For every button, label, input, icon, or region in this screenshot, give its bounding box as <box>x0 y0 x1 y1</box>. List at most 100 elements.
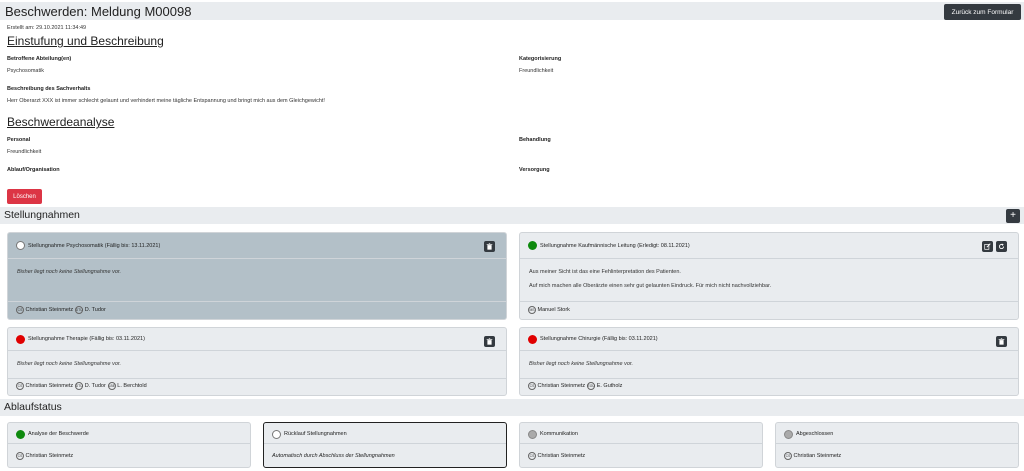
step-header: Rücklauf Stellungnahmen <box>264 423 506 445</box>
assignee-name: E. Gutholz <box>596 383 623 389</box>
stellungnahme-card-psychosomatik[interactable]: Stellungnahme Psychosomatik (Fällig bis:… <box>7 232 507 320</box>
created-timestamp: Erstellt am: 29.10.2021 11:34:49 <box>7 25 87 31</box>
beschreibung-value: Herr Oberarzt XXX ist immer schlecht gel… <box>7 98 325 104</box>
plus-icon: + <box>1010 210 1016 221</box>
card-title: Stellungnahme Psychosomatik (Fällig bis:… <box>28 242 161 249</box>
stellungnahmen-title: Stellungnahmen <box>4 209 80 221</box>
assignee-name: Christian Steinmetz <box>25 383 74 389</box>
ablaufstatus-title: Ablaufstatus <box>4 401 62 413</box>
personal-label: Personal <box>7 137 31 143</box>
delete-stellungnahme-button[interactable] <box>996 336 1007 347</box>
card-footer: CS Christian Steinmetz DTU D. Tudor LBE L. … <box>8 377 506 395</box>
ablauf-step-analyse: Analyse der Beschwerde CS Christian Stein… <box>7 422 251 468</box>
step-title: Analyse der Beschwerde <box>28 431 89 437</box>
assignee: CS Christian Steinmetz <box>528 382 585 390</box>
status-done-icon <box>16 429 25 439</box>
assignee: EGU E. Gutholz <box>587 382 622 390</box>
card-body-text: Auf mich machen alle Oberärzte einen seh… <box>529 283 772 289</box>
step-title: Rücklauf Stellungnahmen <box>284 431 347 437</box>
status-open-icon <box>272 429 281 439</box>
ablauf-step-abgeschlossen: Abgeschlossen CS Christian Steinmetz <box>775 422 1019 468</box>
assignee-name: Christian Steinmetz <box>25 306 74 313</box>
card-body: Bisher liegt noch keine Stellungnahme vo… <box>8 350 506 379</box>
avatar: CS <box>16 305 24 314</box>
trash-icon <box>486 338 493 345</box>
ablaufstatus-bar: Ablaufstatus <box>0 399 1024 416</box>
card-header: Stellungnahme Kaufmännische Leitung (Erl… <box>520 233 1018 258</box>
trash-icon <box>486 243 493 250</box>
page-header: Beschwerden: Meldung M00098 Zurück zum F… <box>0 2 1024 20</box>
assignee: DTU D. Tudor <box>75 382 106 390</box>
card-body: Aus meiner Sicht ist das eine Fehlinterp… <box>520 258 1018 302</box>
stellungnahme-card-chirurgie[interactable]: Stellungnahme Chirurgie (Fällig bis: 03.… <box>519 327 1019 396</box>
status-overdue-icon <box>16 334 25 344</box>
avatar: MS <box>528 305 536 314</box>
step-title: Kommunikation <box>540 431 578 437</box>
assignee-name: Christian Steinmetz <box>537 383 586 389</box>
assignee: CS Christian Steinmetz <box>16 451 73 460</box>
back-to-form-button[interactable]: Zurück zum Formular <box>944 4 1021 20</box>
card-body: Bisher liegt noch keine Stellungnahme vo… <box>520 350 1018 379</box>
step-header: Kommunikation <box>520 423 762 445</box>
card-body-text: Bisher liegt noch keine Stellungnahme vo… <box>17 361 122 367</box>
card-body-text: Bisher liegt noch keine Stellungnahme vo… <box>17 269 122 275</box>
step-note: Automatisch durch Abschluss der Stellung… <box>272 452 395 459</box>
trash-icon <box>998 338 1005 345</box>
card-header: Stellungnahme Psychosomatik (Fällig bis:… <box>8 233 506 258</box>
delete-stellungnahme-button[interactable] <box>484 336 495 347</box>
step-header: Analyse der Beschwerde <box>8 423 250 445</box>
reload-icon <box>998 243 1005 250</box>
step-footer: CS Christian Steinmetz <box>520 443 762 467</box>
avatar: DTU <box>75 382 84 390</box>
delete-stellungnahme-button[interactable] <box>484 241 495 252</box>
kategorisierung-label: Kategorisierung <box>519 56 562 62</box>
stellungnahmen-bar: Stellungnahmen + <box>0 207 1024 224</box>
versorgung-label: Versorgung <box>519 167 550 173</box>
avatar: CS <box>784 451 792 460</box>
assignee: MS Manuel Stork <box>528 305 570 314</box>
assignee-name: Christian Steinmetz <box>537 452 586 459</box>
avatar: CS <box>16 382 24 390</box>
edit-icon <box>984 243 991 250</box>
ablauf-step-kommunikation: Kommunikation CS Christian Steinmetz <box>519 422 763 468</box>
assignee: CS Christian Steinmetz <box>16 305 74 314</box>
stellungnahme-card-therapie[interactable]: Stellungnahme Therapie (Fällig bis: 03.1… <box>7 327 507 396</box>
edit-stellungnahme-button[interactable] <box>982 241 993 252</box>
behandlung-label: Behandlung <box>519 137 551 143</box>
step-title: Abgeschlossen <box>796 431 834 437</box>
status-pending-icon <box>528 429 537 439</box>
reload-stellungnahme-button[interactable] <box>996 241 1007 252</box>
assignee-name: Manuel Stork <box>537 306 570 313</box>
section-title-analyse: Beschwerdeanalyse <box>7 115 115 129</box>
ablauf-label: Ablauf/Organisation <box>7 167 60 173</box>
step-header: Abgeschlossen <box>776 423 1018 445</box>
avatar: LBE <box>107 382 116 390</box>
assignee-name: L. Berchtold <box>117 383 147 389</box>
section-title-einstufung: Einstufung und Beschreibung <box>7 34 164 48</box>
card-footer: CS Christian Steinmetz EGU E. Gutholz <box>520 377 1018 395</box>
card-body-text: Aus meiner Sicht ist das eine Fehlinterp… <box>529 269 681 275</box>
status-overdue-icon <box>528 334 537 344</box>
avatar: CS <box>528 451 536 460</box>
beschreibung-label: Beschreibung des Sachverhalts <box>7 86 91 92</box>
ablauf-step-ruecklauf: Rücklauf Stellungnahmen Automatisch durc… <box>263 422 507 468</box>
assignee: CS Christian Steinmetz <box>528 451 586 460</box>
add-stellungnahme-button[interactable]: + <box>1006 209 1020 223</box>
delete-button[interactable]: Löschen <box>7 189 42 204</box>
status-done-icon <box>528 241 537 250</box>
abteilung-label: Betroffene Abteilung(en) <box>7 56 72 62</box>
stellungnahme-card-kaufmaennisch[interactable]: Stellungnahme Kaufmännische Leitung (Erl… <box>519 232 1019 320</box>
step-footer: CS Christian Steinmetz <box>776 443 1018 467</box>
status-open-icon <box>16 241 25 250</box>
step-footer: CS Christian Steinmetz <box>8 443 250 467</box>
step-footer: Automatisch durch Abschluss der Stellung… <box>264 443 506 467</box>
assignee-name: Christian Steinmetz <box>793 452 842 459</box>
assignee: DTU D. Tudor <box>75 305 106 314</box>
card-header: Stellungnahme Therapie (Fällig bis: 03.1… <box>8 328 506 350</box>
abteilung-value: Psychosomatik <box>7 68 44 74</box>
assignee-name: D. Tudor <box>84 306 106 313</box>
status-pending-icon <box>784 429 793 439</box>
avatar: CS <box>16 451 24 460</box>
page-title: Beschwerden: Meldung M00098 <box>5 4 192 19</box>
card-footer: MS Manuel Stork <box>520 300 1018 319</box>
